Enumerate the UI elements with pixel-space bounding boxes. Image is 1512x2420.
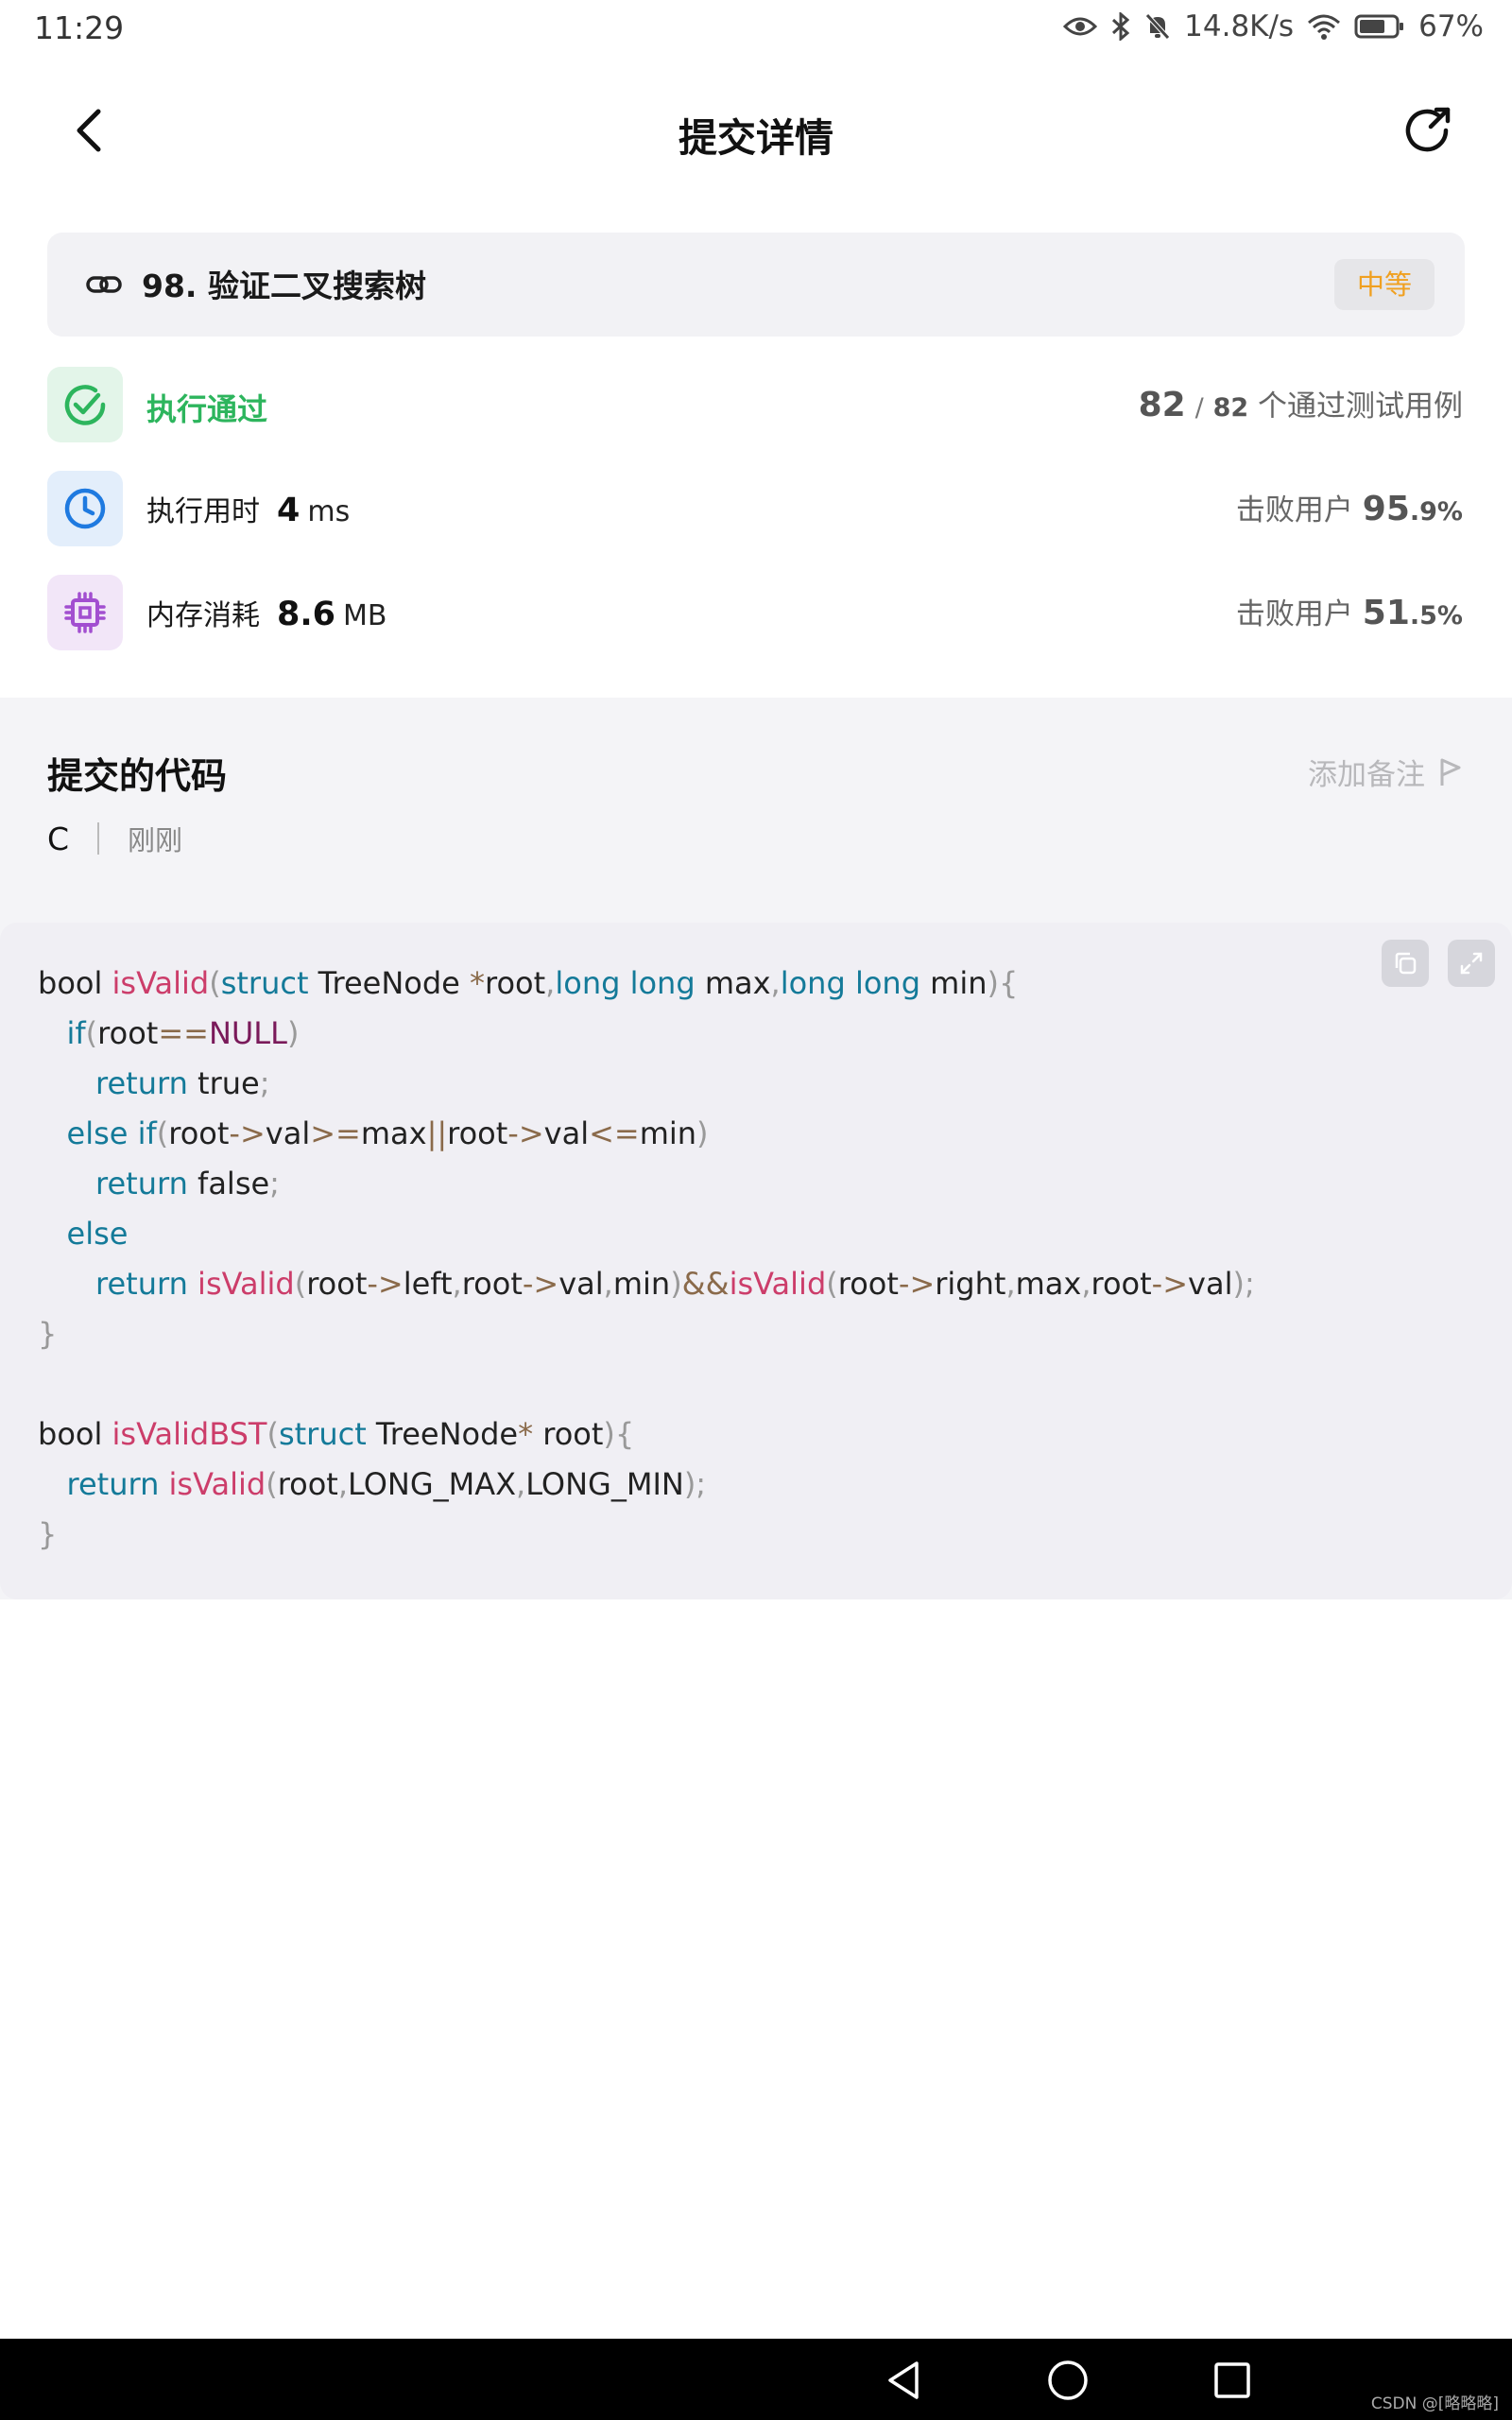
code-section-title: 提交的代码	[47, 755, 228, 797]
runtime-info: 执行用时 4 ms	[146, 488, 350, 529]
memory-icon-box	[47, 575, 123, 650]
navigation-bar	[0, 2339, 1512, 2420]
expand-icon	[1460, 952, 1483, 975]
memory-label: 内存消耗	[146, 599, 260, 632]
status-time: 11:29	[34, 9, 125, 46]
test-case-summary: 82 / 82 个通过测试用例	[1139, 382, 1463, 424]
code-line: return true;	[95, 1065, 270, 1101]
runtime-unit: ms	[307, 495, 351, 528]
eye-icon	[1063, 17, 1098, 36]
watermark: CSDN @[略略略]	[1370, 2394, 1499, 2413]
runtime-beats-label: 击败用户	[1235, 493, 1353, 527]
status-icon-box	[47, 367, 123, 442]
share-button[interactable]	[1399, 102, 1455, 159]
memory-beats-major: 51	[1362, 594, 1410, 632]
memory-unit: MB	[343, 599, 387, 632]
code-block[interactable]: bool isValid(struct TreeNode *root,long …	[0, 923, 1512, 1599]
expand-button[interactable]	[1448, 940, 1495, 987]
battery-percent: 67%	[1418, 9, 1484, 43]
memory-beats: 击败用户 51.5%	[1236, 590, 1463, 632]
page-title: 提交详情	[679, 115, 833, 161]
add-note-button[interactable]: 添加备注	[1308, 751, 1463, 793]
code-line: if(root==NULL)	[66, 1015, 300, 1051]
memory-value: 8.6	[277, 596, 336, 633]
battery-icon	[1354, 14, 1404, 39]
runtime-icon-box	[47, 471, 123, 546]
code-line: return false;	[95, 1166, 280, 1201]
runtime-label: 执行用时	[146, 495, 260, 528]
code-meta: C 刚刚	[47, 819, 182, 858]
bluetooth-icon	[1112, 12, 1130, 41]
code-line: bool isValidBST(struct TreeNode* root){	[38, 1416, 635, 1452]
share-icon	[1405, 107, 1451, 152]
status-icons: 14.8K/s 67%	[1063, 9, 1484, 43]
memory-info: 内存消耗 8.6 MB	[146, 592, 387, 633]
code-line: return isValid(root,LONG_MAX,LONG_MIN);	[66, 1466, 707, 1502]
problem-card[interactable]: 98. 验证二叉搜索树 中等	[47, 233, 1465, 337]
difficulty-badge: 中等	[1333, 259, 1435, 310]
memory-beats-minor: .5%	[1409, 601, 1463, 631]
mute-icon	[1145, 13, 1170, 40]
runtime-beats-minor: .9%	[1409, 497, 1463, 527]
network-speed: 14.8K/s	[1184, 9, 1295, 43]
copy-button[interactable]	[1382, 940, 1429, 987]
runtime-beats: 击败用户 95.9%	[1236, 486, 1463, 528]
clock-icon	[64, 488, 106, 529]
nav-back-icon[interactable]	[881, 2358, 926, 2403]
problem-title: 98. 验证二叉搜索树	[142, 268, 426, 304]
code-line: bool isValid(struct TreeNode *root,long …	[38, 965, 1019, 1001]
nav-recents-icon[interactable]	[1210, 2358, 1255, 2403]
runtime-value: 4	[277, 492, 301, 529]
link-icon	[86, 276, 122, 293]
nav-home-icon[interactable]	[1045, 2358, 1091, 2403]
passed-suffix: 个通过测试用例	[1258, 389, 1463, 424]
code-line: return isValid(root->left,root->val,min)…	[95, 1266, 1255, 1302]
submission-time: 刚刚	[128, 824, 183, 856]
memory-beats-label: 击败用户	[1235, 597, 1353, 631]
check-circle-icon	[64, 385, 106, 425]
code-line: }	[38, 1316, 58, 1352]
code-line: }	[38, 1516, 58, 1552]
copy-icon	[1395, 952, 1417, 975]
passed-count: 82	[1138, 386, 1186, 424]
count-separator: /	[1194, 393, 1204, 423]
code-line: else if(root->val>=max||root->val<=min)	[66, 1115, 709, 1151]
code-content: bool isValid(struct TreeNode *root,long …	[38, 959, 1255, 1560]
add-note-label: 添加备注	[1308, 758, 1425, 792]
wifi-icon	[1308, 14, 1341, 40]
runtime-beats-major: 95	[1362, 490, 1410, 528]
flag-icon	[1440, 758, 1461, 786]
chip-icon	[64, 592, 106, 633]
total-count: 82	[1212, 393, 1249, 423]
code-line: else	[66, 1216, 129, 1252]
meta-divider	[97, 822, 100, 855]
result-status: 执行通过	[146, 391, 268, 427]
code-language: C	[47, 820, 70, 857]
